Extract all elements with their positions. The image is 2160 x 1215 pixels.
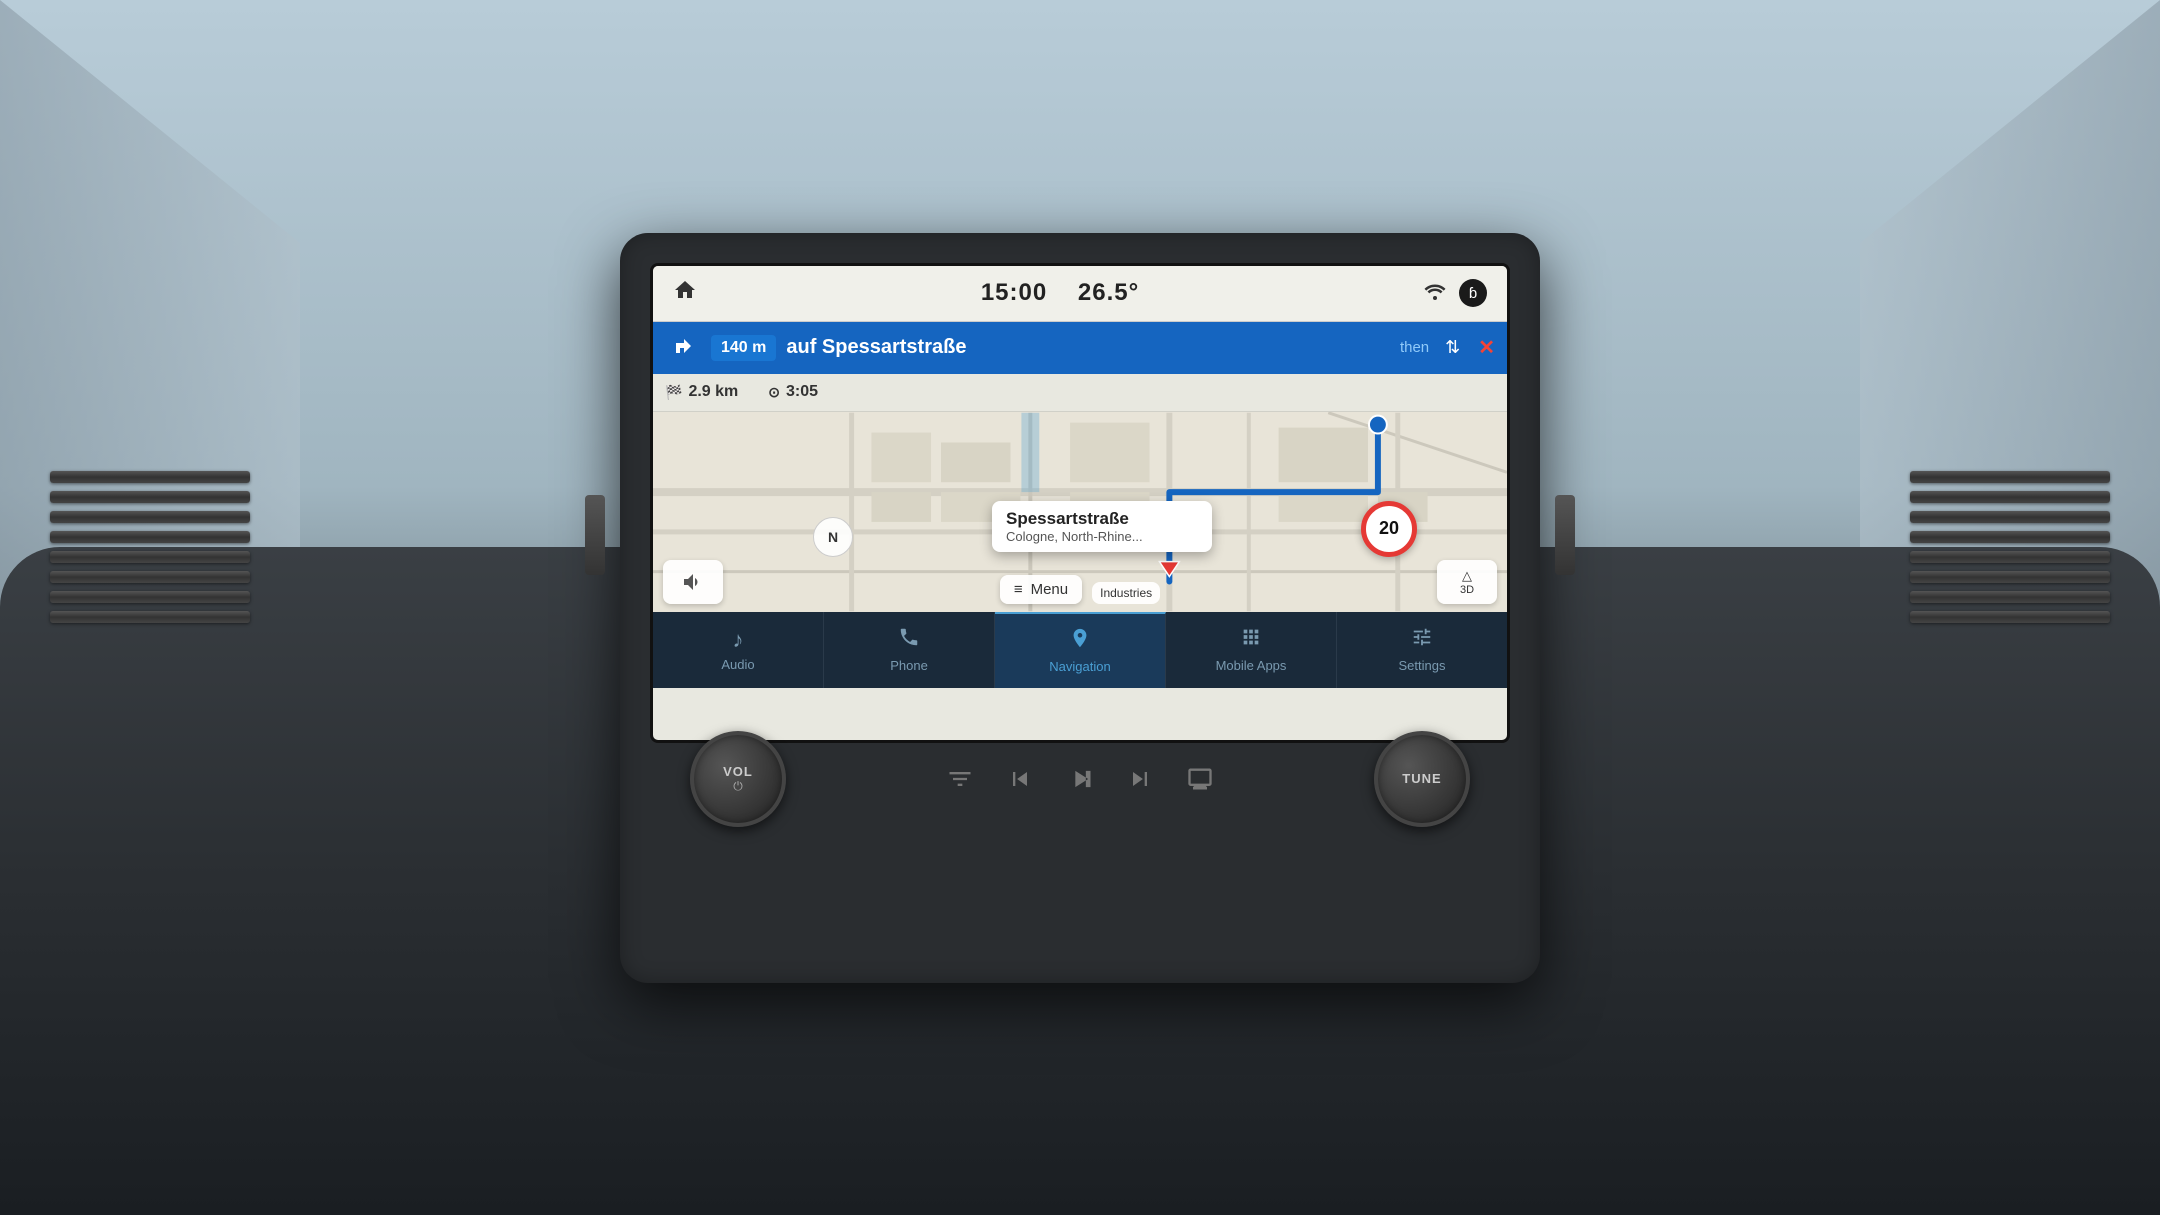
scroll-wheel-left[interactable] <box>585 495 605 575</box>
nav-stats-bar: 🏁 2.9 km ⊙ 3:05 <box>653 374 1507 412</box>
vol-knob-label: VOL <box>723 764 753 779</box>
bottom-nav-tabs: ♪ Audio Phone Navigation <box>653 612 1507 688</box>
vent-slat <box>50 491 250 503</box>
volume-knob[interactable]: VOL ⏻ <box>690 731 786 827</box>
street-info-popup: Spessartstraße Cologne, North-Rhine... <box>992 501 1212 552</box>
wifi-icon <box>1423 281 1447 306</box>
close-navigation-button[interactable]: ✕ <box>1478 335 1495 360</box>
vent-slat <box>1910 531 2110 543</box>
tune-knob-label: TUNE <box>1402 771 1441 786</box>
power-icon: ⏻ <box>733 779 743 794</box>
vent-slat <box>50 511 250 523</box>
total-distance-display: 🏁 2.9 km <box>665 383 738 401</box>
clock-icon: ⊙ <box>768 384 780 401</box>
vent-slat <box>50 571 250 583</box>
vent-slat <box>1910 611 2110 623</box>
speed-limit-sign: 20 <box>1361 501 1417 557</box>
vent-slat <box>1910 551 2110 563</box>
vent-slat <box>50 591 250 603</box>
tab-audio[interactable]: ♪ Audio <box>653 612 824 688</box>
vent-slat <box>50 471 250 483</box>
clock-display: 15:00 <box>981 279 1047 306</box>
vent-slat <box>1910 491 2110 503</box>
vent-slat <box>1910 591 2110 603</box>
tab-navigation[interactable]: Navigation <box>995 612 1166 688</box>
view-3d-button[interactable]: △ 3D <box>1437 560 1497 604</box>
vent-slat <box>50 551 250 563</box>
infotainment-unit: 15:00 26.5° ɓ <box>620 233 1540 983</box>
play-pause-button[interactable] <box>1062 761 1098 797</box>
status-time-temp: 15:00 26.5° <box>981 279 1139 307</box>
turn-direction-icon <box>665 330 701 366</box>
media-controls <box>942 761 1218 797</box>
apps-grid-icon <box>1240 626 1262 654</box>
tune-knob[interactable]: TUNE <box>1374 731 1470 827</box>
tab-mobile-apps-label: Mobile Apps <box>1216 658 1287 673</box>
tab-audio-label: Audio <box>721 657 754 672</box>
tab-mobile-apps[interactable]: Mobile Apps <box>1166 612 1337 688</box>
settings-sliders-icon <box>1411 626 1433 654</box>
scroll-wheel-right[interactable] <box>1555 495 1575 575</box>
checkered-flag-icon: 🏁 <box>665 384 682 401</box>
vent-slat <box>1910 471 2110 483</box>
menu-label: Menu <box>1031 581 1069 598</box>
navigation-icon <box>1069 627 1091 655</box>
status-right-icons: ɓ <box>1423 279 1487 307</box>
bluetooth-icon: ɓ <box>1459 279 1487 307</box>
phone-icon <box>898 626 920 654</box>
then-label: then <box>1400 339 1429 356</box>
vent-left <box>50 437 250 657</box>
next-track-button[interactable] <box>1122 761 1158 797</box>
tab-settings[interactable]: Settings <box>1337 612 1507 688</box>
vent-slat <box>50 611 250 623</box>
vent-slat <box>50 531 250 543</box>
tab-navigation-label: Navigation <box>1049 659 1110 674</box>
vent-right <box>1910 437 2110 657</box>
turn-distance-badge: 140 m <box>711 335 776 361</box>
screen: 15:00 26.5° ɓ <box>650 263 1510 743</box>
status-bar: 15:00 26.5° ɓ <box>653 266 1507 322</box>
temperature-display: 26.5° <box>1078 279 1139 306</box>
tab-settings-label: Settings <box>1399 658 1446 673</box>
eta-display: ⊙ 3:05 <box>768 383 818 401</box>
vent-slat <box>1910 511 2110 523</box>
menu-button[interactable]: ≡ Menu <box>1000 575 1082 604</box>
current-street-name: Spessartstraße <box>1006 509 1198 529</box>
tab-phone[interactable]: Phone <box>824 612 995 688</box>
vent-slat <box>1910 571 2110 583</box>
next-turn-icon: ⇅ <box>1445 337 1460 358</box>
menu-lines-icon: ≡ <box>1014 581 1023 598</box>
upcoming-street-name: auf Spessartstraße <box>786 336 1390 359</box>
current-city-name: Cologne, North-Rhine... <box>1006 529 1198 544</box>
physical-controls: VOL ⏻ <box>640 761 1520 797</box>
volume-button[interactable] <box>663 560 723 604</box>
nav-instruction-bar: 140 m auf Spessartstraße then ⇅ ✕ <box>653 322 1507 374</box>
home-icon[interactable] <box>673 278 697 308</box>
triangle-3d-icon: △ <box>1462 568 1472 584</box>
music-icon: ♪ <box>733 627 744 653</box>
eq-button[interactable] <box>942 761 978 797</box>
map-area[interactable]: N ≡ Menu Industries △ 3D <box>653 412 1507 612</box>
previous-track-button[interactable] <box>1002 761 1038 797</box>
screen-toggle-button[interactable] <box>1182 761 1218 797</box>
tab-phone-label: Phone <box>890 658 928 673</box>
